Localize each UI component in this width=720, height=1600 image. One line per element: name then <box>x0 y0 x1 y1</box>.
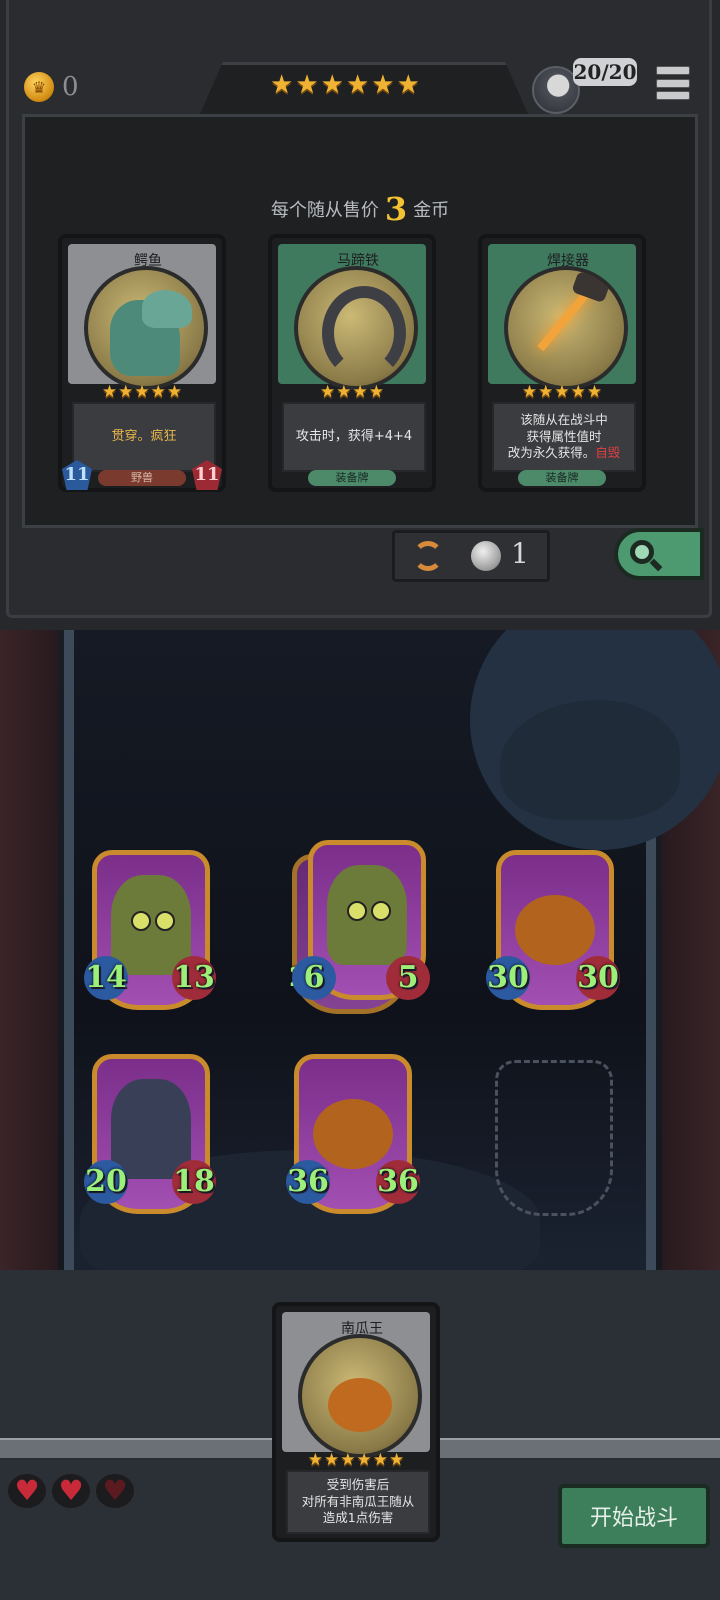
empty-board-slot[interactable] <box>495 1060 613 1216</box>
star-icon: ★ <box>371 70 395 100</box>
minion-attack: 30 <box>486 956 530 1000</box>
tavern-tier-stars: ★ ★ ★ ★ ★ ★ <box>270 72 420 98</box>
goblin-art <box>327 865 407 965</box>
heart-icon: ♥ <box>8 1474 46 1508</box>
shop-card-crocodile[interactable]: 鳄鱼 ★ ★ ★ ★ ★ 贯穿。疯狂 野兽 11 11 <box>58 234 226 492</box>
card-text-line: 造成1点伤害 <box>322 1510 394 1526</box>
player-lives: ♥ ♥ ♥ <box>8 1474 134 1508</box>
minion-attack: 6 <box>292 956 336 1000</box>
heart-icon: ♥ <box>52 1474 90 1508</box>
card-text-line: 改为永久获得。自毁 <box>508 445 621 462</box>
card-text: 该随从在战斗中 获得属性值时 改为永久获得。自毁 <box>492 402 636 472</box>
minion-health: 30 <box>576 956 620 1000</box>
refresh-cost: 1 <box>511 537 529 570</box>
welder-portrait <box>504 266 628 390</box>
crocodile-portrait <box>84 266 208 390</box>
sell-price-suffix: 金币 <box>413 200 450 221</box>
card-stars: ★ ★ ★ ★ ★ ★ <box>307 1450 405 1470</box>
pumpkin-art <box>515 895 595 965</box>
card-text-line: 获得属性值时 <box>526 428 602 444</box>
gold-count: 0 <box>62 72 79 102</box>
refresh-icon <box>413 541 443 571</box>
card-text-line: 该随从在战斗中 <box>520 411 608 427</box>
menu-icon[interactable] <box>656 66 690 100</box>
sell-price-line: 每个随从售价 3 金币 <box>0 190 720 228</box>
gold-coin-icon: ♛ <box>24 72 54 102</box>
card-text: 攻击时，获得+4+4 <box>282 402 426 472</box>
card-type: 装备牌 <box>518 470 606 486</box>
eye <box>155 911 175 931</box>
eye <box>131 911 151 931</box>
shop-card-horseshoe[interactable]: 马蹄铁 ★ ★ ★ ★ 攻击时，获得+4+4 装备牌 <box>268 234 436 492</box>
heart-empty-icon: ♥ <box>96 1474 134 1508</box>
card-stars: ★ ★ ★ ★ <box>320 382 384 402</box>
minion-health: 5 <box>386 956 430 1000</box>
star-icon: ★ <box>295 70 319 100</box>
star-icon: ★ <box>320 70 344 100</box>
silver-coin-icon <box>471 541 501 571</box>
minion-attack: 14 <box>84 956 128 1000</box>
pumpkin-king-portrait <box>298 1334 422 1458</box>
minion-health: 18 <box>172 1160 216 1204</box>
card-stars: ★ ★ ★ ★ ★ <box>101 382 183 402</box>
star-icon: ★ <box>396 70 420 100</box>
card-text: 贯穿。疯狂 <box>72 402 216 472</box>
sell-price-value: 3 <box>384 190 408 228</box>
pumpkin-art <box>313 1099 393 1169</box>
minion-attack: 36 <box>286 1160 330 1204</box>
search-button[interactable] <box>614 528 704 580</box>
card-keyword: 自毁 <box>595 445 621 461</box>
card-text-line: 对所有非南瓜王随从 <box>301 1493 415 1509</box>
start-battle-button[interactable]: 开始战斗 <box>558 1484 710 1548</box>
card-text-line: 受到伤害后 <box>326 1476 390 1492</box>
eye <box>371 901 391 921</box>
shop-card-welder[interactable]: 焊接器 ★ ★ ★ ★ ★ 该随从在战斗中 获得属性值时 改为永久获得。自毁 装备牌 <box>478 234 646 492</box>
minion-attack: 20 <box>84 1160 128 1204</box>
card-text: 受到伤害后 对所有非南瓜王随从 造成1点伤害 <box>286 1470 430 1534</box>
card-type: 装备牌 <box>308 470 396 486</box>
minion-health: 36 <box>376 1160 420 1204</box>
refresh-button[interactable]: 1 <box>392 530 550 582</box>
minion-health: 13 <box>172 956 216 1000</box>
card-stars: ★ ★ ★ ★ ★ <box>521 382 603 402</box>
star-icon: ★ <box>345 70 370 100</box>
horseshoe-portrait <box>294 266 418 390</box>
search-icon-handle <box>649 558 663 572</box>
card-text-line3: 改为永久获得。 <box>507 445 596 461</box>
eye <box>347 901 367 921</box>
card-type: 野兽 <box>98 470 186 486</box>
star-icon: ★ <box>270 70 294 100</box>
shop-panel: ♛ 0 ★ ★ ★ ★ ★ ★ 20/20 每个随从售价 3 金币 鳄鱼 ★ ★ ★ ★ ★… <box>0 0 720 630</box>
hand-card-pumpkin-king[interactable]: 南瓜王 ★ ★ ★ ★ ★ ★ 受到伤害后 对所有非南瓜王随从 造成1点伤害 <box>272 1302 440 1542</box>
sell-price-prefix: 每个随从售价 <box>270 200 379 221</box>
player-health: 20/20 <box>573 58 637 86</box>
